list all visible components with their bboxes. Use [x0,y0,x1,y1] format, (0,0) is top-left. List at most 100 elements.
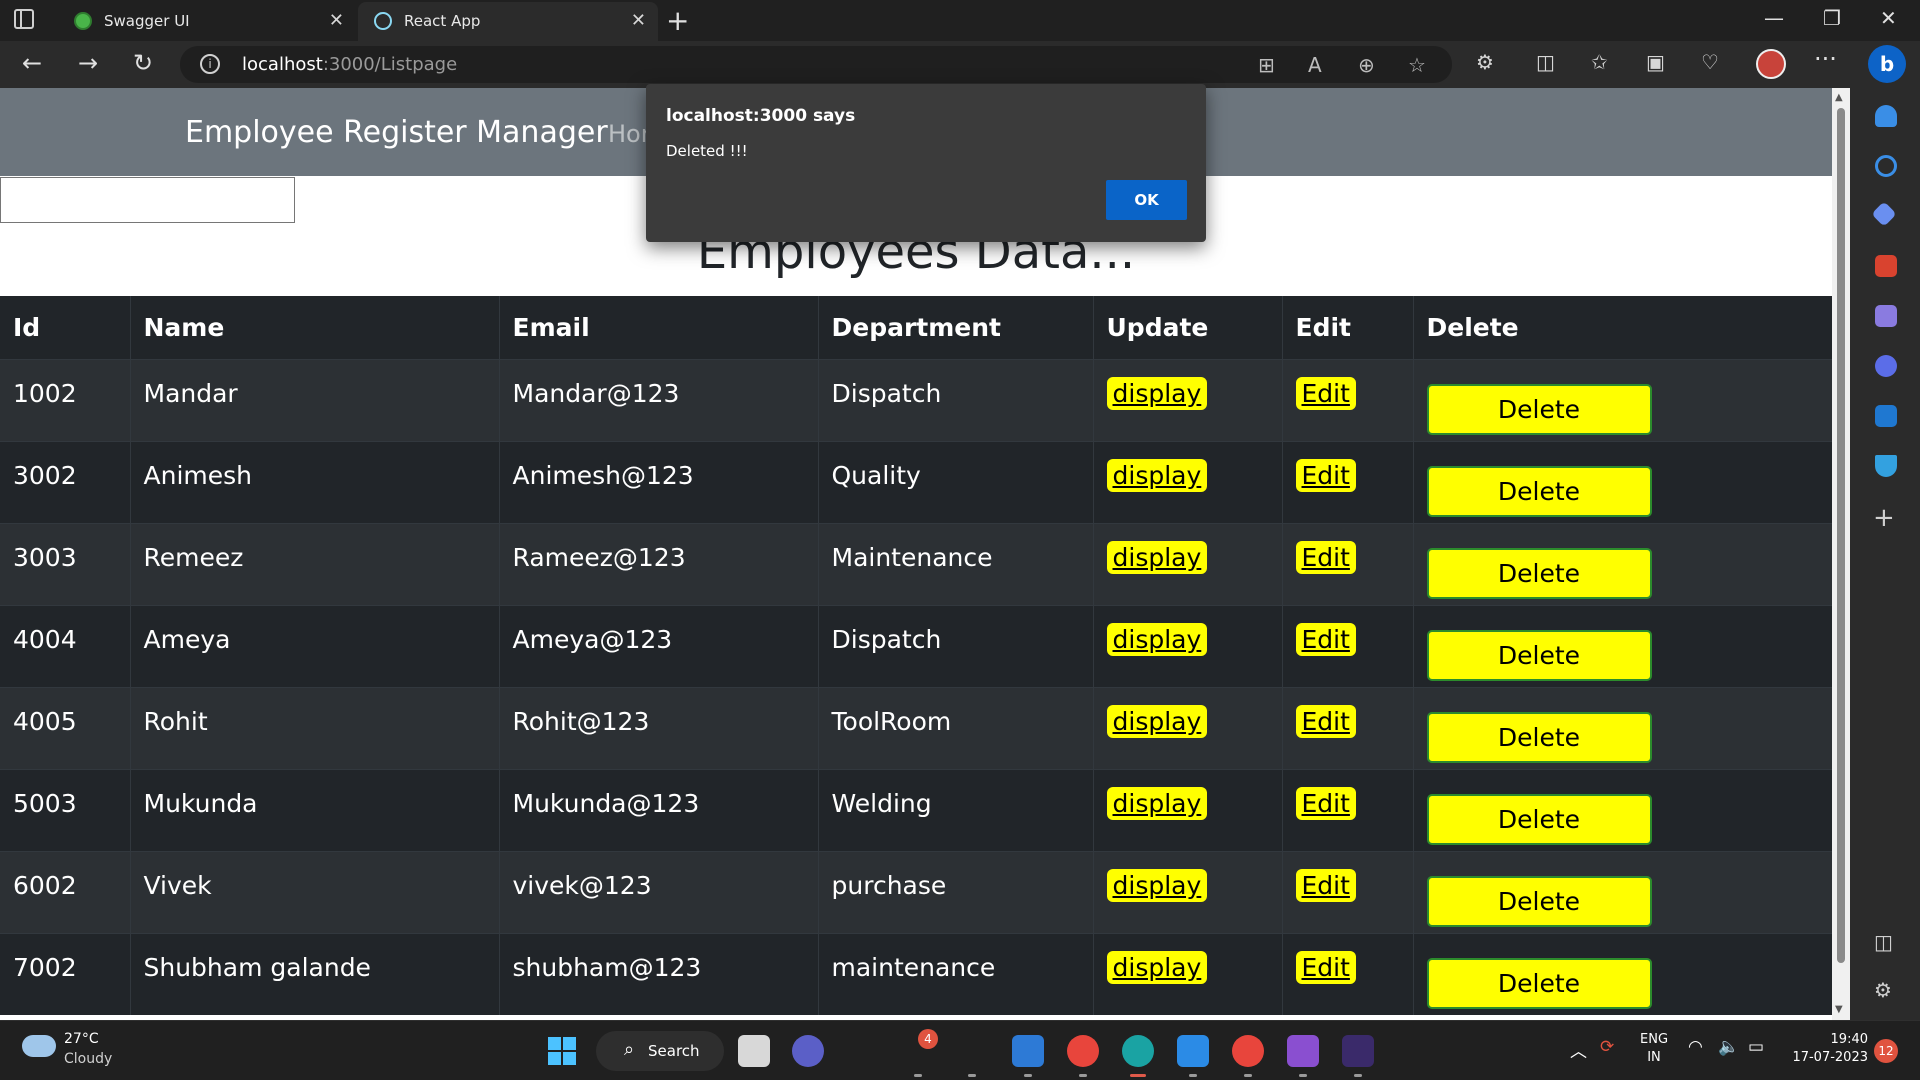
photos-icon[interactable] [1012,1035,1044,1067]
edit-link[interactable]: Edit [1295,376,1356,410]
games-icon[interactable] [1875,305,1897,327]
nav-link-home[interactable]: Hor [608,120,651,148]
language-indicator[interactable]: ENG IN [1640,1031,1668,1067]
display-link[interactable]: display [1106,458,1208,492]
refresh-icon[interactable]: ↻ [133,49,153,77]
shopping-tag-icon[interactable] [1871,201,1897,227]
site-info-icon[interactable]: i [200,54,220,74]
tab-actions-icon[interactable] [14,9,34,29]
collections-icon[interactable]: ▣ [1646,50,1665,74]
split-screen-icon[interactable]: ◫ [1536,50,1555,74]
clock[interactable]: 19:40 17-07-2023 [1778,1031,1868,1067]
edge-icon[interactable] [1122,1035,1154,1067]
display-link[interactable]: display [1106,704,1208,738]
vscode-icon[interactable] [1177,1035,1209,1067]
add-sidebar-app-icon[interactable]: + [1873,503,1895,533]
read-aloud-icon[interactable]: A [1308,53,1322,77]
hide-sidebar-icon[interactable]: ◫ [1874,930,1893,954]
edit-link[interactable]: Edit [1295,868,1356,902]
delete-button[interactable]: Delete [1426,711,1652,763]
cell-email: Rohit@123 [498,686,818,769]
scroll-down-icon[interactable]: ▼ [1835,1004,1843,1015]
display-link[interactable]: display [1106,540,1208,574]
search-label: Search [648,1042,700,1060]
display-link[interactable]: display [1106,376,1208,410]
cell-email: vivek@123 [498,850,818,933]
taskbar-search[interactable]: ⌕ Search [596,1031,724,1071]
weather-temperature[interactable]: 27°C [64,1031,99,1047]
url-field[interactable]: i localhost:3000/Listpage ⊞ A ⊕ ☆ [180,46,1452,83]
edit-link[interactable]: Edit [1295,786,1356,820]
outlook-icon[interactable] [1875,405,1897,427]
edit-link[interactable]: Edit [1295,622,1356,656]
back-icon[interactable]: ← [22,49,42,77]
ok-button[interactable]: OK [1106,180,1187,220]
notifications-badge[interactable]: 12 [1874,1039,1898,1063]
delete-button[interactable]: Delete [1426,875,1652,927]
sync-icon[interactable]: ⟳ [1600,1037,1614,1057]
start-icon[interactable] [548,1037,578,1067]
new-tab-icon[interactable]: + [666,4,689,37]
task-view-icon[interactable] [738,1035,770,1067]
display-link[interactable]: display [1106,950,1208,984]
favorites-icon[interactable]: ✩ [1591,50,1608,74]
delete-button[interactable]: Delete [1426,465,1652,517]
chrome-profile-icon[interactable] [1232,1035,1264,1067]
search-icon[interactable] [1875,155,1897,177]
employees-table: Id Name Email Department Update Edit Del… [0,296,1832,1015]
edit-link[interactable]: Edit [1295,540,1356,574]
display-link[interactable]: display [1106,786,1208,820]
page-scrollbar[interactable]: ▲ ▼ [1832,88,1850,1020]
minimize-icon[interactable]: — [1764,6,1784,30]
apps-icon[interactable]: ⊞ [1258,53,1275,77]
browser-essentials-icon[interactable]: ♡ [1701,50,1719,74]
delete-button[interactable]: Delete [1426,793,1652,845]
teams-chat-icon[interactable] [792,1035,824,1067]
delete-button[interactable]: Delete [1426,383,1652,435]
navbar-brand[interactable]: Employee Register Manager [185,115,608,150]
extensions-icon[interactable]: ⚙ [1476,50,1494,74]
tab-title: Swagger UI [104,12,190,30]
alert-message: Deleted !!! [666,142,748,160]
tab-react-app[interactable]: React App ✕ [358,2,658,41]
bing-copilot-icon[interactable]: b [1868,45,1906,83]
volume-icon[interactable]: 🔈 [1718,1037,1739,1057]
restore-icon[interactable]: ❐ [1823,6,1841,30]
bell-icon[interactable] [1875,105,1897,127]
display-link[interactable]: display [1106,622,1208,656]
chevron-up-icon[interactable]: ︿ [1570,1037,1587,1062]
delete-button[interactable]: Delete [1426,957,1652,1009]
weather-description[interactable]: Cloudy [64,1051,112,1067]
table-row: 5003 Mukunda Mukunda@123 Welding display… [0,768,1832,851]
tab-swagger-ui[interactable]: Swagger UI ✕ [58,2,356,41]
edit-link[interactable]: Edit [1295,704,1356,738]
edit-link[interactable]: Edit [1295,950,1356,984]
alert-dialog: localhost:3000 says Deleted !!! OK [646,84,1206,242]
more-options-icon[interactable]: ··· [1814,45,1837,73]
forward-icon[interactable]: → [78,49,98,77]
close-window-icon[interactable]: ✕ [1880,6,1897,30]
tools-icon[interactable] [1875,255,1897,277]
drop-icon[interactable] [1875,455,1897,477]
zoom-icon[interactable]: ⊕ [1358,53,1375,77]
visual-studio-icon[interactable] [1287,1035,1319,1067]
cell-id: 4004 [0,604,130,687]
cloud-icon[interactable] [22,1035,56,1057]
delete-button[interactable]: Delete [1426,629,1652,681]
battery-icon[interactable]: ▭ [1748,1037,1764,1057]
terminal-icon[interactable] [1342,1035,1374,1067]
profile-avatar[interactable] [1756,49,1786,79]
wifi-icon[interactable]: ◠ [1688,1037,1703,1057]
gear-icon[interactable]: ⚙ [1874,978,1892,1002]
microsoft-365-icon[interactable] [1875,355,1897,377]
favorite-star-icon[interactable]: ☆ [1408,53,1426,77]
search-input[interactable] [0,177,295,223]
display-link[interactable]: display [1106,868,1208,902]
scroll-up-icon[interactable]: ▲ [1835,92,1843,103]
scrollbar-thumb[interactable] [1837,108,1845,963]
chrome-icon[interactable] [1067,1035,1099,1067]
close-icon[interactable]: ✕ [631,10,646,31]
edit-link[interactable]: Edit [1295,458,1356,492]
delete-button[interactable]: Delete [1426,547,1652,599]
close-icon[interactable]: ✕ [329,10,344,31]
